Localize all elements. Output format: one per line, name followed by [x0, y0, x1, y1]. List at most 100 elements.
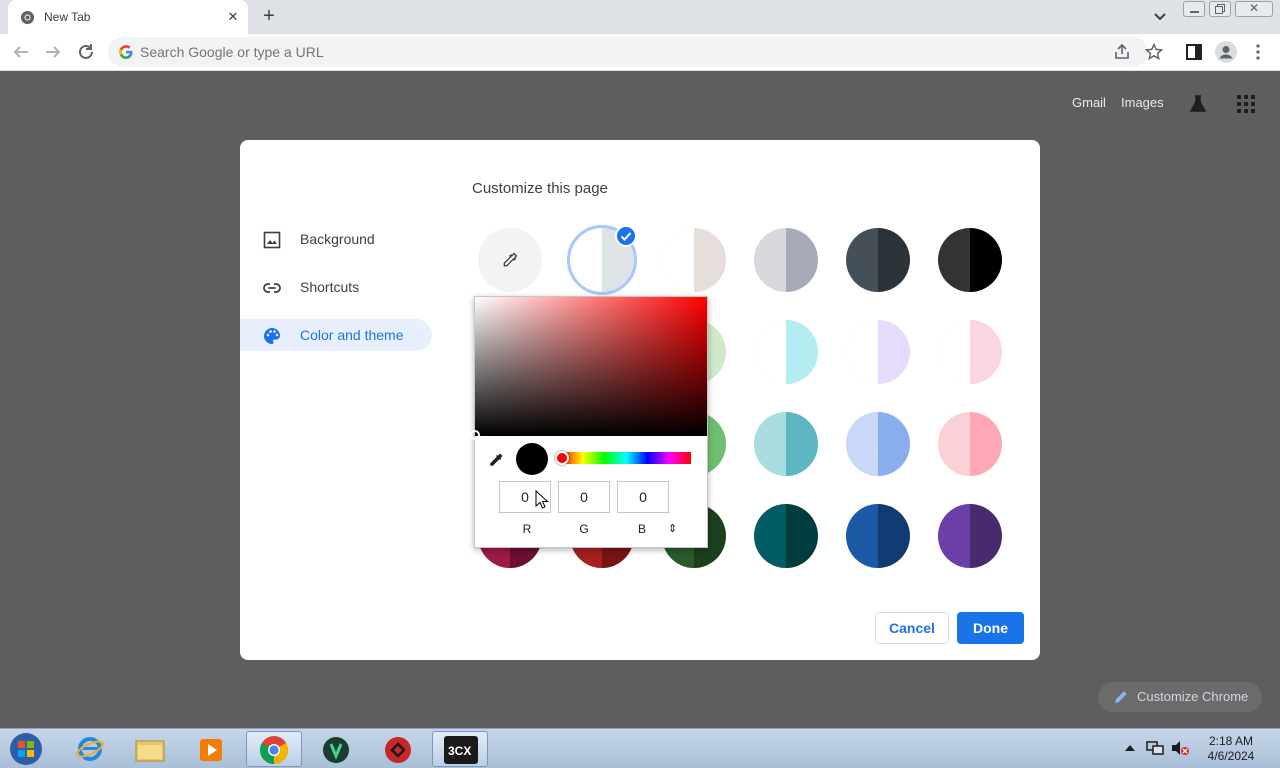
swatch-right-half: [970, 320, 1002, 384]
back-arrow-icon[interactable]: [10, 41, 32, 63]
taskbar-file-explorer[interactable]: [122, 731, 178, 767]
taskbar-media-player[interactable]: [184, 731, 240, 767]
swatch-right-half: [970, 228, 1002, 292]
volume-muted-icon[interactable]: [1170, 739, 1190, 757]
kebab-menu-icon[interactable]: [1250, 43, 1266, 61]
color-swatch[interactable]: [938, 504, 1002, 568]
omnibox[interactable]: [108, 37, 1148, 67]
tab-new-tab[interactable]: New Tab ✕: [8, 0, 248, 34]
google-g-icon: [119, 45, 133, 59]
new-tab-button[interactable]: +: [257, 6, 281, 28]
color-swatch[interactable]: [754, 504, 818, 568]
reload-icon[interactable]: [75, 41, 97, 63]
palette-icon: [264, 328, 280, 344]
format-toggle-icon[interactable]: ⇕: [668, 522, 677, 535]
3cx-text: 3CX: [448, 744, 472, 758]
menu-item-label: Background: [300, 231, 375, 247]
custom-color-swatch[interactable]: [478, 228, 542, 292]
saturation-value-handle[interactable]: [470, 430, 480, 440]
labs-flask-icon[interactable]: [1187, 93, 1209, 115]
clock-date: 4/6/2024: [1207, 749, 1255, 763]
color-picker-popup: R G B ⇕: [470, 296, 708, 548]
swatch-left-half: [846, 228, 878, 292]
taskbar-vpn-app[interactable]: [308, 731, 364, 767]
swatch-left-half: [846, 412, 878, 476]
swatch-left-half: [754, 412, 786, 476]
internet-explorer-icon: [76, 737, 104, 761]
swatch-right-half: [694, 228, 726, 292]
blue-label: B: [637, 522, 646, 536]
blue-value-input[interactable]: [617, 481, 669, 513]
menu-item-background[interactable]: Background: [240, 223, 432, 255]
taskbar-google-chrome[interactable]: [246, 731, 302, 767]
windows-taskbar: 3CX 2:18 AM 4/6/2024: [0, 728, 1280, 768]
taskbar-internet-explorer[interactable]: [62, 731, 118, 767]
window-close-icon: ✕: [1249, 1, 1260, 15]
eyedropper-icon[interactable]: [487, 451, 505, 469]
red-label: R: [522, 522, 532, 536]
chrome-favicon-icon: [20, 10, 35, 25]
gmail-link[interactable]: Gmail: [1072, 95, 1106, 110]
color-swatch[interactable]: [846, 228, 910, 292]
swatch-left-half: [754, 320, 786, 384]
omnibox-input[interactable]: [140, 42, 1040, 62]
system-clock[interactable]: 2:18 AM 4/6/2024: [1196, 734, 1266, 764]
cancel-button[interactable]: Cancel: [875, 612, 949, 644]
menu-item-color-and-theme[interactable]: Color and theme: [240, 319, 432, 351]
swatch-right-half: [786, 320, 818, 384]
color-swatch[interactable]: [938, 320, 1002, 384]
color-swatch[interactable]: [754, 412, 818, 476]
menu-item-shortcuts[interactable]: Shortcuts: [240, 271, 432, 303]
green-value-input[interactable]: [558, 481, 610, 513]
forward-arrow-icon[interactable]: [42, 41, 64, 63]
show-hidden-icons-icon[interactable]: [1124, 743, 1136, 753]
color-swatch[interactable]: [846, 320, 910, 384]
swatch-left-half: [846, 320, 878, 384]
swatch-left-half: [938, 320, 970, 384]
menu-item-label: Shortcuts: [300, 279, 360, 295]
color-swatch[interactable]: [938, 228, 1002, 292]
hue-slider-thumb[interactable]: [555, 451, 569, 465]
menu-item-label: Color and theme: [300, 327, 404, 343]
images-link[interactable]: Images: [1121, 95, 1164, 110]
hue-slider[interactable]: [561, 452, 691, 464]
color-swatch[interactable]: [938, 412, 1002, 476]
color-swatch[interactable]: [754, 228, 818, 292]
swatch-right-half: [786, 504, 818, 568]
color-preview-swatch: [516, 443, 548, 475]
swatch-right-half: [878, 320, 910, 384]
side-panel-icon[interactable]: [1185, 43, 1203, 61]
windows-start-orb-icon[interactable]: [6, 731, 46, 767]
tab-strip: New Tab ✕ + ✕: [0, 0, 1280, 34]
swatch-left-half: [938, 412, 970, 476]
taskbar-3cx-app[interactable]: 3CX: [432, 731, 488, 767]
profile-avatar-icon[interactable]: [1215, 41, 1237, 63]
minimize-button[interactable]: [1183, 1, 1205, 17]
window-close-button[interactable]: ✕: [1235, 1, 1273, 17]
tab-close-icon[interactable]: ✕: [223, 7, 243, 27]
bookmark-star-icon[interactable]: [1145, 43, 1163, 61]
image-icon: [263, 231, 281, 249]
color-swatch[interactable]: [846, 412, 910, 476]
color-swatch[interactable]: [846, 504, 910, 568]
taskbar-security-app[interactable]: [370, 731, 426, 767]
saturation-value-area[interactable]: [475, 297, 707, 436]
3cx-icon: 3CX: [444, 736, 478, 764]
link-icon: [263, 283, 281, 293]
clock-time: 2:18 AM: [1208, 734, 1254, 748]
green-label: G: [579, 522, 589, 536]
security-app-icon: [385, 737, 411, 763]
done-button[interactable]: Done: [957, 612, 1024, 644]
tab-search-chevron-icon[interactable]: [1150, 8, 1170, 26]
network-icon[interactable]: [1145, 739, 1165, 757]
customize-chrome-label: Customize Chrome: [1137, 689, 1249, 704]
swatch-left-half: [846, 504, 878, 568]
color-swatch[interactable]: [754, 320, 818, 384]
customize-chrome-button[interactable]: Customize Chrome: [1098, 682, 1262, 712]
swatch-left-half: [938, 228, 970, 292]
share-icon[interactable]: [1113, 43, 1131, 61]
apps-grid-icon[interactable]: [1236, 94, 1256, 114]
color-swatch[interactable]: [662, 228, 726, 292]
restore-button[interactable]: [1209, 1, 1231, 17]
pencil-icon: [1115, 691, 1127, 703]
